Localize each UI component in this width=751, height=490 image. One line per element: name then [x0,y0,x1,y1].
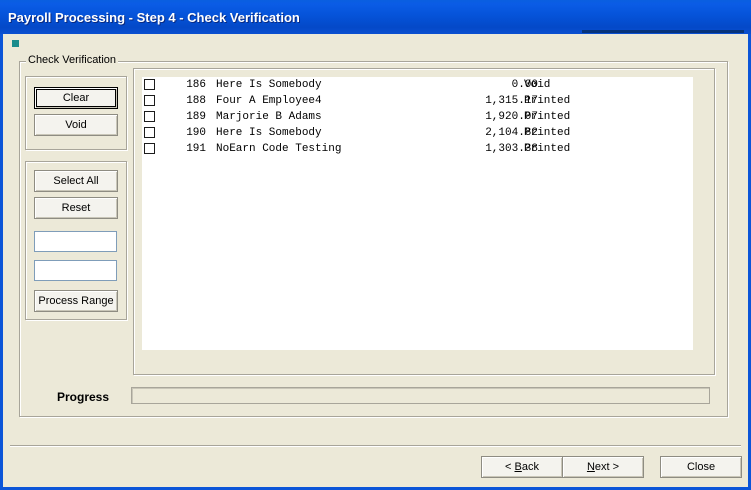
check-status: Void [524,79,551,91]
check-status: Printed [524,127,571,139]
check-row[interactable]: 188 Four A Employee4 1,315.17 Printed [142,93,693,109]
void-button[interactable]: Void [34,114,118,136]
check-number: 186 [186,79,206,91]
check-row[interactable]: 186 Here Is Somebody 0.00 Void [142,77,693,93]
next-button-label: ext > [594,461,620,473]
group-label: Check Verification [26,54,119,66]
check-number: 190 [186,127,206,139]
process-range-button[interactable]: Process Range [34,290,118,312]
check-row-checkbox[interactable] [144,95,155,106]
employee-name: Here Is Somebody [216,127,322,139]
check-amount: 1,315.17 [485,95,538,107]
employee-name: Here Is Somebody [216,79,322,91]
check-amount: 1,303.38 [485,143,538,155]
check-number: 188 [186,95,206,107]
employee-name: Four A Employee4 [216,95,322,107]
check-number: 189 [186,111,206,123]
check-list[interactable]: 186 Here Is Somebody 0.00 Void 188 Four … [142,77,693,350]
check-row[interactable]: 190 Here Is Somebody 2,104.82 Printed [142,125,693,141]
footer-separator [10,445,741,447]
back-button-hotkey: B [514,461,522,473]
check-row[interactable]: 189 Marjorie B Adams 1,920.07 Printed [142,109,693,125]
check-number: 191 [186,143,206,155]
back-button-label: ack [521,461,539,473]
check-status: Printed [524,95,571,107]
next-button[interactable]: Next > [562,456,644,478]
title-bar[interactable]: Payroll Processing - Step 4 - Check Veri… [0,0,751,34]
check-amount: 1,920.07 [485,111,538,123]
check-row-checkbox[interactable] [144,79,155,90]
check-status: Printed [524,143,571,155]
window-frame-left [0,34,3,490]
status-indicator-icon [12,40,19,47]
back-button-prefix: < [505,461,515,473]
check-amount: 0.00 [511,79,538,91]
check-status: Printed [524,111,571,123]
clear-button[interactable]: Clear [34,87,118,109]
progress-label: Progress [57,390,110,404]
progress-bar [131,387,710,404]
range-to-input[interactable] [34,260,117,281]
close-button[interactable]: Close [660,456,742,478]
check-row-checkbox[interactable] [144,143,155,154]
check-row-checkbox[interactable] [144,111,155,122]
range-from-input[interactable] [34,231,117,252]
employee-name: Marjorie B Adams [216,111,322,123]
check-row-checkbox[interactable] [144,127,155,138]
title-bar-accent [582,30,744,33]
next-button-hotkey: N [586,461,595,473]
check-row[interactable]: 191 NoEarn Code Testing 1,303.38 Printed [142,141,693,157]
check-amount: 2,104.82 [485,127,538,139]
employee-name: NoEarn Code Testing [216,143,342,155]
window-title: Payroll Processing - Step 4 - Check Veri… [8,10,300,25]
reset-button[interactable]: Reset [34,197,118,219]
back-button[interactable]: < Back [481,456,563,478]
select-all-button[interactable]: Select All [34,170,118,192]
